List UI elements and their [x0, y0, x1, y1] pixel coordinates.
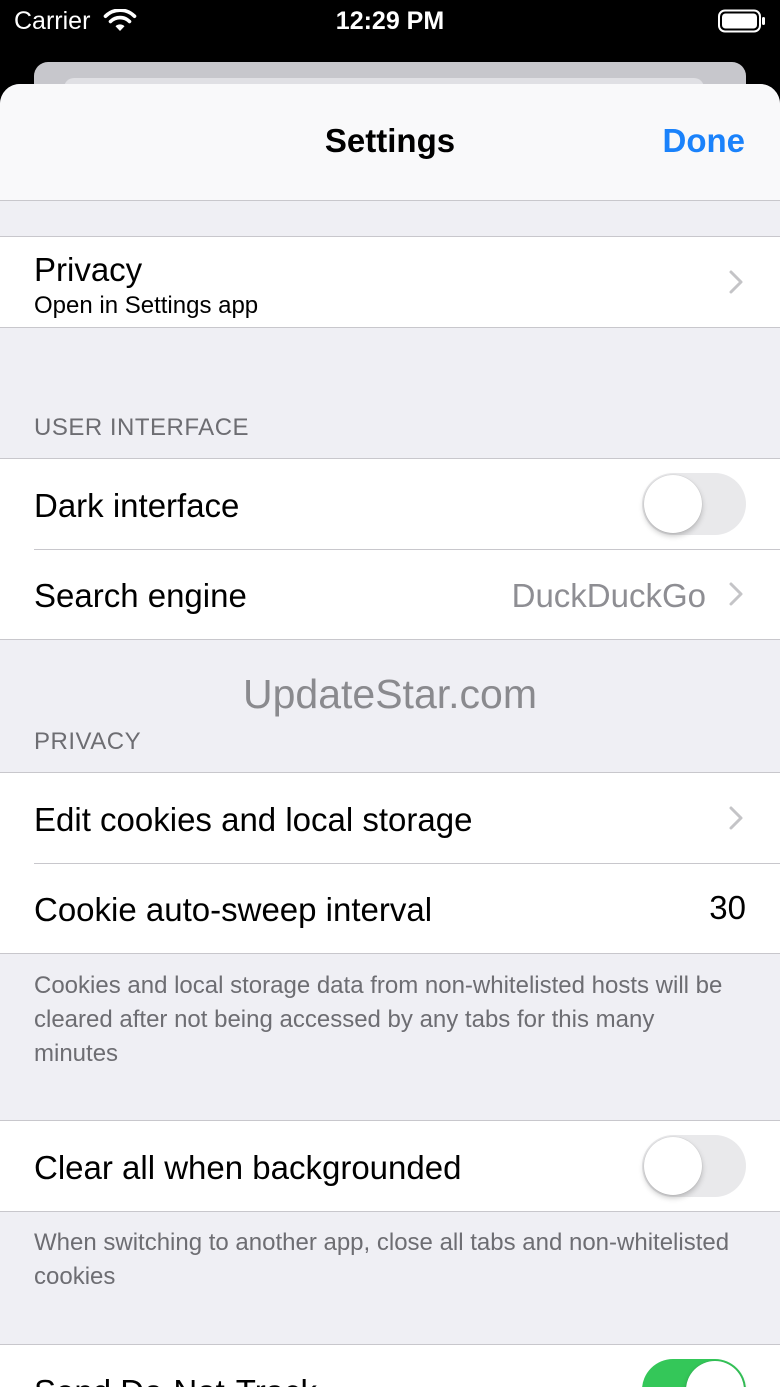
settings-sheet: Settings Done Privacy Open in Settings a…: [0, 84, 780, 1387]
chevron-right-icon: [729, 806, 743, 830]
privacy-link-group: Privacy Open in Settings app: [0, 236, 780, 328]
privacy-cookies-group: Edit cookies and local storage Cookie au…: [0, 772, 780, 954]
privacy-title: Privacy: [34, 251, 143, 288]
auto-sweep-value[interactable]: 30: [709, 889, 746, 927]
search-engine-value: DuckDuckGo: [511, 577, 706, 614]
done-button[interactable]: Done: [663, 122, 746, 160]
dnt-cell: Send Do-Not-Track: [0, 1345, 780, 1387]
edit-cookies-label: Edit cookies and local storage: [34, 801, 473, 838]
auto-sweep-footer: Cookies and local storage data from non-…: [34, 972, 723, 1067]
search-engine-label: Search engine: [34, 577, 247, 614]
dnt-label: Send Do-Not-Track: [34, 1373, 317, 1387]
battery-icon: [718, 9, 765, 33]
clock: 12:29 PM: [335, 7, 445, 35]
privacy-section-header: PRIVACY: [34, 728, 142, 755]
dark-interface-label: Dark interface: [34, 487, 240, 524]
status-bar: Carrier 12:29 PM: [0, 0, 780, 44]
clear-all-footer: When switching to another app, close all…: [34, 1229, 730, 1290]
toggle-knob: [686, 1361, 744, 1387]
user-interface-group: Dark interface Search engine DuckDuckGo: [0, 458, 780, 640]
search-engine-cell[interactable]: Search engine DuckDuckGo: [0, 549, 780, 639]
dark-interface-toggle[interactable]: [642, 473, 746, 535]
chevron-right-icon: [729, 270, 743, 294]
clear-all-label: Clear all when backgrounded: [34, 1149, 462, 1186]
user-interface-header: USER INTERFACE: [34, 414, 250, 441]
auto-sweep-label: Cookie auto-sweep interval: [34, 891, 433, 928]
dnt-group: Send Do-Not-Track: [0, 1344, 780, 1387]
navigation-bar: Settings Done: [0, 84, 780, 201]
privacy-subtitle: Open in Settings app: [34, 292, 259, 319]
clear-all-group: Clear all when backgrounded: [0, 1120, 780, 1212]
auto-sweep-cell[interactable]: Cookie auto-sweep interval 30: [0, 863, 780, 953]
dark-interface-cell: Dark interface: [0, 459, 780, 549]
watermark-text: UpdateStar.com: [243, 671, 537, 717]
privacy-settings-cell[interactable]: Privacy Open in Settings app: [0, 237, 780, 327]
dnt-toggle[interactable]: [642, 1359, 746, 1387]
toggle-knob: [644, 1137, 702, 1195]
toggle-knob: [644, 475, 702, 533]
clear-all-toggle[interactable]: [642, 1135, 746, 1197]
chevron-right-icon: [729, 582, 743, 606]
edit-cookies-cell[interactable]: Edit cookies and local storage: [0, 773, 780, 863]
clear-all-cell: Clear all when backgrounded: [0, 1121, 780, 1211]
